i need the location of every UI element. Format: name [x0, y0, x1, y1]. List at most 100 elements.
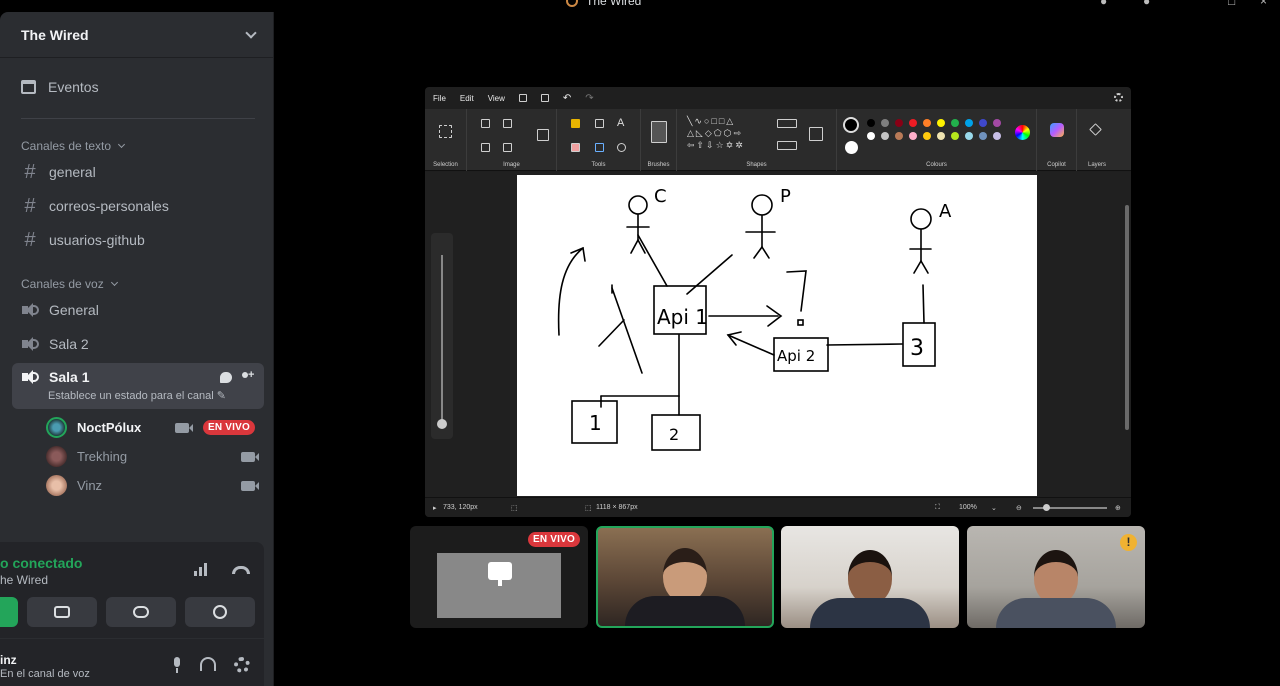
- add-user-icon[interactable]: [242, 369, 255, 384]
- zoom-slider[interactable]: [1033, 504, 1107, 511]
- share-icon[interactable]: [540, 94, 549, 102]
- warning-icon[interactable]: !: [1120, 534, 1137, 551]
- voice-room[interactable]: he Wired: [0, 573, 48, 587]
- vertical-scrollbar[interactable]: [1125, 175, 1129, 495]
- gear-icon[interactable]: [234, 657, 250, 673]
- microphone-icon[interactable]: [172, 657, 182, 673]
- redo-icon[interactable]: ↷: [585, 93, 593, 104]
- primary-color-swatch[interactable]: [843, 117, 859, 133]
- tile-camera-trekhing[interactable]: [781, 526, 959, 628]
- member-trekhing[interactable]: Trekhing: [0, 442, 273, 471]
- color-swatch[interactable]: [881, 132, 889, 140]
- menu-edit[interactable]: Edit: [460, 94, 474, 103]
- maximize-icon[interactable]: □: [1228, 0, 1235, 8]
- server-header[interactable]: The Wired: [0, 12, 273, 58]
- color-swatch[interactable]: [979, 132, 987, 140]
- channel-correos-personales[interactable]: # correos-personales: [0, 189, 273, 223]
- zoom-dropdown-icon[interactable]: ⌄: [991, 504, 997, 512]
- chat-bubble-icon[interactable]: [220, 372, 232, 383]
- color-swatch[interactable]: [993, 119, 1001, 127]
- color-swatch[interactable]: [909, 119, 917, 127]
- copilot-icon[interactable]: [1050, 123, 1064, 137]
- menu-file[interactable]: File: [433, 94, 446, 103]
- crop-icon[interactable]: [481, 119, 490, 128]
- color-swatch[interactable]: [937, 119, 945, 127]
- fill-icon[interactable]: [595, 119, 604, 128]
- channel-usuarios-github[interactable]: # usuarios-github: [0, 223, 273, 257]
- close-icon[interactable]: ×: [1260, 0, 1267, 8]
- slider-knob[interactable]: [437, 419, 447, 429]
- brush-icon[interactable]: [651, 121, 667, 143]
- avatar: [46, 475, 67, 496]
- color-picker-icon[interactable]: [595, 143, 604, 152]
- fit-to-window-icon[interactable]: ⛶: [935, 504, 940, 512]
- help-icon[interactable]: ●: [1143, 0, 1150, 8]
- selection-icon[interactable]: [439, 125, 452, 138]
- color-swatch[interactable]: [895, 119, 903, 127]
- color-swatch[interactable]: [923, 132, 931, 140]
- zoom-out-icon[interactable]: ⊖: [1016, 504, 1022, 512]
- image-remove-bg-icon[interactable]: [537, 129, 549, 141]
- pencil-icon[interactable]: [571, 119, 580, 128]
- voice-channel-general[interactable]: General: [0, 293, 273, 327]
- zoom-level[interactable]: 100%: [959, 504, 977, 511]
- activities-button[interactable]: [106, 597, 176, 627]
- shapes-gallery[interactable]: ╲∿○□□△ △◺◇⬠⬡⇨ ⇦⇧⇩☆✡✲: [687, 115, 745, 151]
- settings-icon[interactable]: [1114, 93, 1123, 102]
- outline-icon[interactable]: [777, 119, 797, 128]
- text-channels-category[interactable]: Canales de texto: [0, 137, 273, 155]
- size-icon[interactable]: [809, 127, 823, 141]
- channel-general[interactable]: # general: [0, 155, 273, 189]
- color-swatch[interactable]: [965, 119, 973, 127]
- label-1: 1: [589, 411, 602, 435]
- color-swatch[interactable]: [923, 119, 931, 127]
- drawing-canvas[interactable]: C P A Api 1 Api 2 3 1 2: [517, 175, 1037, 496]
- eraser-icon[interactable]: [571, 143, 580, 152]
- color-swatch[interactable]: [867, 119, 875, 127]
- camera-button[interactable]: [0, 597, 18, 627]
- voice-channel-sala-1[interactable]: Sala 1 Establece un estado para el canal…: [12, 363, 264, 409]
- fill-shape-icon[interactable]: [777, 141, 797, 150]
- voice-channel-sala-2[interactable]: Sala 2: [0, 327, 273, 361]
- color-swatch[interactable]: [867, 132, 875, 140]
- brush-size-slider[interactable]: [431, 233, 453, 439]
- shared-screen-paint-window[interactable]: File Edit View ↶ ↷ Selection Image A Too…: [425, 87, 1131, 517]
- color-swatch[interactable]: [909, 132, 917, 140]
- headphones-icon[interactable]: [200, 657, 216, 671]
- color-swatch[interactable]: [937, 132, 945, 140]
- color-swatch[interactable]: [895, 132, 903, 140]
- color-swatch[interactable]: [951, 119, 959, 127]
- flip-icon[interactable]: [503, 143, 512, 152]
- rotate-icon[interactable]: [481, 143, 490, 152]
- tile-screen-share[interactable]: EN VIVO: [410, 526, 588, 628]
- secondary-color-swatch[interactable]: [845, 141, 858, 154]
- save-icon[interactable]: [518, 94, 527, 102]
- magnifier-icon[interactable]: [617, 143, 626, 152]
- menu-view[interactable]: View: [488, 94, 505, 103]
- noise-suppression-icon[interactable]: [194, 562, 212, 576]
- undo-icon[interactable]: ↶: [563, 93, 571, 104]
- color-swatch[interactable]: [965, 132, 973, 140]
- zoom-in-icon[interactable]: ⊕: [1115, 504, 1121, 512]
- disconnect-icon[interactable]: [232, 566, 250, 574]
- color-swatch[interactable]: [993, 132, 1001, 140]
- notification-icon[interactable]: ●: [1100, 0, 1107, 8]
- edit-colors-icon[interactable]: [1015, 125, 1030, 140]
- member-noctpolux[interactable]: NoctPólux EN VIVO: [0, 413, 273, 442]
- events-item[interactable]: Eventos: [0, 70, 273, 104]
- tile-camera-vinz[interactable]: !: [967, 526, 1145, 628]
- scrollbar-thumb[interactable]: [1125, 205, 1129, 430]
- text-tool-icon[interactable]: A: [617, 117, 624, 129]
- tile-camera-noctpolux[interactable]: [596, 526, 774, 628]
- soundboard-button[interactable]: [185, 597, 255, 627]
- channel-status[interactable]: Establece un estado para el canal ✎: [48, 389, 255, 402]
- resize-icon[interactable]: [503, 119, 512, 128]
- share-screen-button[interactable]: [27, 597, 97, 627]
- layers-icon[interactable]: [1089, 123, 1102, 136]
- color-swatch[interactable]: [979, 119, 987, 127]
- color-swatch[interactable]: [951, 132, 959, 140]
- user-name[interactable]: inz: [0, 653, 17, 667]
- voice-channels-category[interactable]: Canales de voz: [0, 275, 273, 293]
- member-vinz[interactable]: Vinz: [0, 471, 273, 500]
- color-swatch[interactable]: [881, 119, 889, 127]
